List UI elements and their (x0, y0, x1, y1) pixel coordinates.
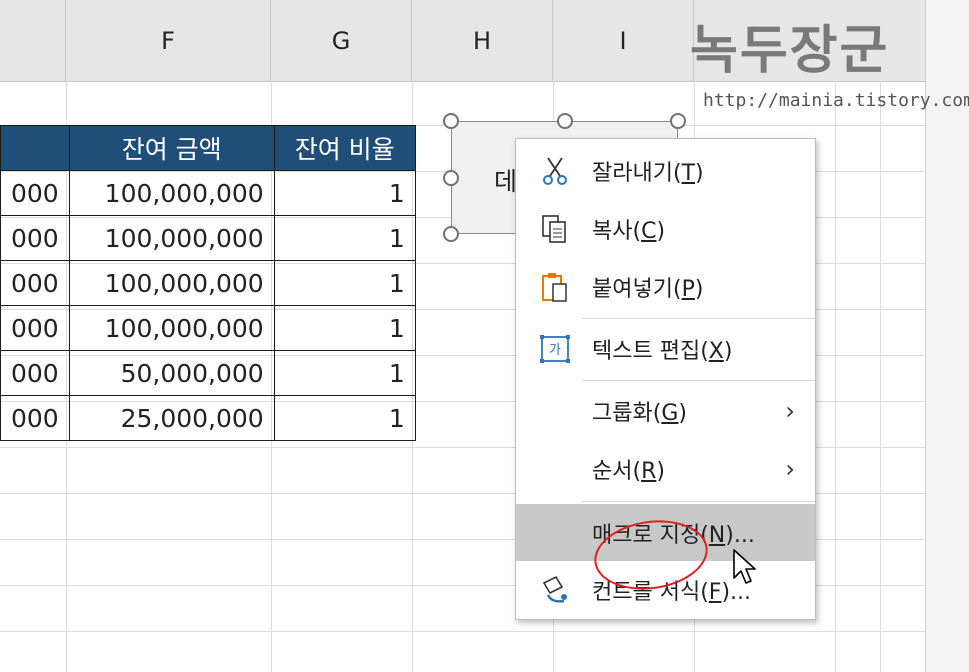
resize-handle-left[interactable] (443, 170, 459, 186)
cell-ratio[interactable]: 1 (273, 215, 416, 261)
scissors-icon (543, 157, 567, 185)
paste-icon (542, 273, 567, 302)
cell-amount[interactable]: 100,000,000 (68, 170, 275, 216)
watermark-url: http://mainia.tistory.com (703, 90, 969, 111)
header-cell-remaining-ratio[interactable]: 잔여 비율 (273, 125, 416, 171)
menu-item-copy[interactable]: 복사(C) (516, 200, 815, 257)
chevron-right-icon: › (785, 396, 795, 425)
svg-text:가: 가 (549, 343, 561, 358)
column-header-i[interactable]: I (553, 0, 694, 81)
cell-amount[interactable]: 100,000,000 (68, 215, 275, 261)
cell-amount[interactable]: 100,000,000 (68, 260, 275, 306)
cell-ratio[interactable]: 1 (273, 305, 416, 351)
copy-icon (542, 215, 566, 243)
table-header-row: 잔여 금액 잔여 비율 (0, 125, 416, 171)
table-row: 000 50,000,000 1 (0, 350, 416, 396)
data-table: 잔여 금액 잔여 비율 000 100,000,000 1 000 100,00… (0, 125, 416, 441)
menu-label-edit-text: 텍스트 편집(X) (592, 338, 733, 364)
resize-handle-top-right[interactable] (670, 113, 686, 129)
column-header-f[interactable]: F (66, 0, 271, 81)
resize-handle-bottom-left[interactable] (443, 226, 459, 242)
cell-partial[interactable]: 000 (0, 170, 70, 216)
menu-separator (582, 318, 815, 319)
mouse-cursor-icon (733, 549, 756, 584)
cell-partial[interactable]: 000 (0, 305, 70, 351)
cell-partial[interactable]: 000 (0, 395, 70, 441)
cell-partial[interactable]: 000 (0, 260, 70, 306)
table-row: 000 100,000,000 1 (0, 170, 416, 216)
menu-label-copy: 복사(C) (592, 218, 666, 244)
table-row: 000 100,000,000 1 (0, 215, 416, 261)
watermark-title: 녹두장군 (690, 20, 890, 81)
shape-label: 데 (494, 167, 518, 196)
text-edit-icon: 가 (540, 335, 570, 363)
column-header-h[interactable]: H (412, 0, 553, 81)
menu-label-paste: 붙여넣기(P) (592, 276, 704, 302)
cell-partial[interactable]: 000 (0, 350, 70, 396)
menu-item-edit-text[interactable]: 가 텍스트 편집(X) (516, 320, 815, 377)
cell-amount[interactable]: 100,000,000 (68, 305, 275, 351)
chevron-right-icon: › (785, 454, 795, 483)
table-row: 000 100,000,000 1 (0, 260, 416, 306)
column-header-g[interactable]: G (271, 0, 412, 81)
menu-separator (582, 380, 815, 381)
cell-ratio[interactable]: 1 (273, 395, 416, 441)
menu-item-group[interactable]: 그룹화(G) › (516, 382, 815, 439)
cell-partial[interactable]: 000 (0, 215, 70, 261)
cell-ratio[interactable]: 1 (273, 260, 416, 306)
header-cell-remaining-amount[interactable]: 잔여 금액 (68, 125, 275, 171)
menu-label-order: 순서(R) (592, 458, 665, 484)
menu-separator (582, 501, 815, 502)
menu-label-cut: 잘라내기(T) (592, 160, 704, 186)
cell-amount[interactable]: 50,000,000 (68, 350, 275, 396)
menu-item-order[interactable]: 순서(R) › (516, 440, 815, 497)
resize-handle-top-left[interactable] (443, 113, 459, 129)
format-control-icon (542, 575, 567, 603)
menu-label-group: 그룹화(G) (592, 400, 687, 426)
header-cell-partial[interactable] (0, 125, 70, 171)
cell-ratio[interactable]: 1 (273, 170, 416, 216)
resize-handle-top[interactable] (557, 113, 573, 129)
column-header-partial[interactable] (0, 0, 66, 81)
table-row: 000 100,000,000 1 (0, 305, 416, 351)
menu-item-paste[interactable]: 붙여넣기(P) (516, 258, 815, 315)
menu-item-cut[interactable]: 잘라내기(T) (516, 142, 815, 199)
cell-amount[interactable]: 25,000,000 (68, 395, 275, 441)
table-row: 000 25,000,000 1 (0, 395, 416, 441)
cell-ratio[interactable]: 1 (273, 350, 416, 396)
